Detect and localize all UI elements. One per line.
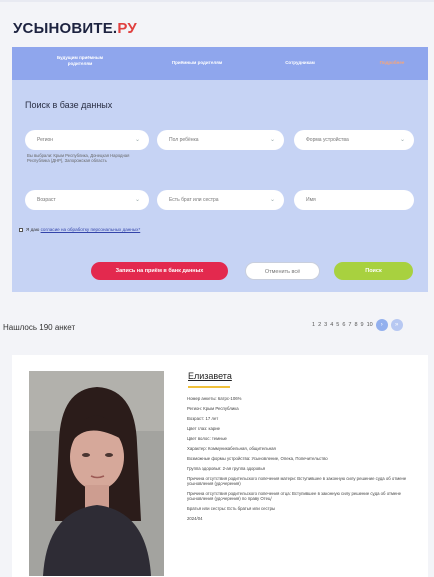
reset-button[interactable]: Отменить всё [245,262,320,280]
profile-name[interactable]: Елизавета [188,371,232,381]
profile-card: Елизавета Номер анкеты: 6атрс-106% Регио… [12,355,428,577]
profile-fact: Возможные формы устройства: Усыновление,… [187,456,328,461]
consent-link[interactable]: согласие на обработку персональных данны… [41,227,141,232]
profile-fact: Группа здоровья: 2-ая группа здоровья [187,466,266,471]
consent-row: Я даю согласие на обработку персональных… [19,227,140,232]
top-border [0,0,434,2]
pagination: 1 2 3 4 5 6 7 8 9 10 › » [312,319,403,331]
page-link[interactable]: 8 [354,322,357,328]
name-input[interactable]: Имя [294,190,414,210]
logo-main: УСЫНОВИТЕ. [13,20,118,37]
appointment-button[interactable]: Запись на приём в банк данных [91,262,228,280]
page-link[interactable]: 2 [318,322,321,328]
age-select-label: Возраст [37,197,56,203]
profile-fact: Цвет волос: темные [187,436,227,441]
main-nav: Будущим приёмным родителям Приёмным роди… [12,47,428,80]
next-page-button[interactable]: › [375,319,388,331]
nav-item-staff[interactable]: Сотрудникам [272,60,328,66]
chevron-down-icon: ⌄ [134,137,140,143]
chevron-down-icon: ⌄ [269,137,275,143]
site-logo[interactable]: УСЫНОВИТЕ.РУ [13,20,137,37]
nav-item-foster-parents[interactable]: Приёмным родителям [162,60,232,66]
region-select-label: Регион [37,137,54,143]
nav-item-future-parents[interactable]: Будущим приёмным родителям [52,55,108,67]
page-link[interactable]: 5 [336,322,339,328]
age-select[interactable]: Возраст ⌄ [25,190,149,210]
last-page-button[interactable]: » [390,319,403,331]
placement-form-select[interactable]: Форма устройства ⌄ [294,130,414,150]
profile-fact: Причина отсутствия родительского попечен… [187,476,407,487]
profile-fact: Причина отсутствия родительского попечен… [187,491,402,502]
region-select[interactable]: Регион ⌄ [25,130,149,150]
name-input-placeholder: Имя [306,197,316,203]
search-title: Поиск в базе данных [25,100,113,110]
profile-facts: Номер анкеты: 6атрс-106% Регион: Крым Ре… [187,396,423,526]
siblings-select-label: Есть брат или сестра [169,197,219,203]
chevron-down-icon: ⌄ [399,137,405,143]
profile-fact: Возраст: 17 лет [187,416,219,421]
page-link[interactable]: 6 [342,322,345,328]
page-link[interactable]: 4 [330,322,333,328]
logo-accent: РУ [117,20,137,37]
consent-checkbox[interactable] [19,227,23,232]
profile-fact: Регион: Крым Республика [187,406,239,411]
profile-fact: Характер: Коммуникабельная, общительная [187,446,276,451]
chevron-down-icon: ⌄ [134,197,140,203]
search-panel: Поиск в базе данных Регион ⌄ Пол ребёнка… [12,80,428,292]
gender-select-label: Пол ребёнка [169,137,199,143]
portrait-image [29,371,164,576]
region-selection-hint: Вы выбрали: Крым Республика, Донецкая На… [27,153,130,164]
profile-photo[interactable] [29,371,164,576]
profile-fact: Братья или сестры: Есть братья или сестр… [187,506,276,512]
profile-fact: Цвет глаз: карие [187,426,221,431]
page-link[interactable]: 9 [361,322,364,328]
results-count: Нашлось 190 анкет [3,323,76,332]
page-link[interactable]: 10 [367,322,373,328]
consent-prefix: Я даю [26,227,41,232]
page-link[interactable]: 7 [348,322,351,328]
page-link[interactable]: 1 [312,322,315,328]
siblings-select[interactable]: Есть брат или сестра ⌄ [157,190,284,210]
search-button[interactable]: Поиск [334,262,413,280]
profile-fact: 2024/04 [187,516,203,522]
profile-fact: Номер анкеты: 6атрс-106% [187,396,242,401]
nav-item-more[interactable]: Подробнее [367,60,417,66]
name-underline [188,386,230,388]
gender-select[interactable]: Пол ребёнка ⌄ [157,130,284,150]
chevron-down-icon: ⌄ [269,197,275,203]
placement-form-select-label: Форма устройства [306,137,349,143]
page-link[interactable]: 3 [324,322,327,328]
